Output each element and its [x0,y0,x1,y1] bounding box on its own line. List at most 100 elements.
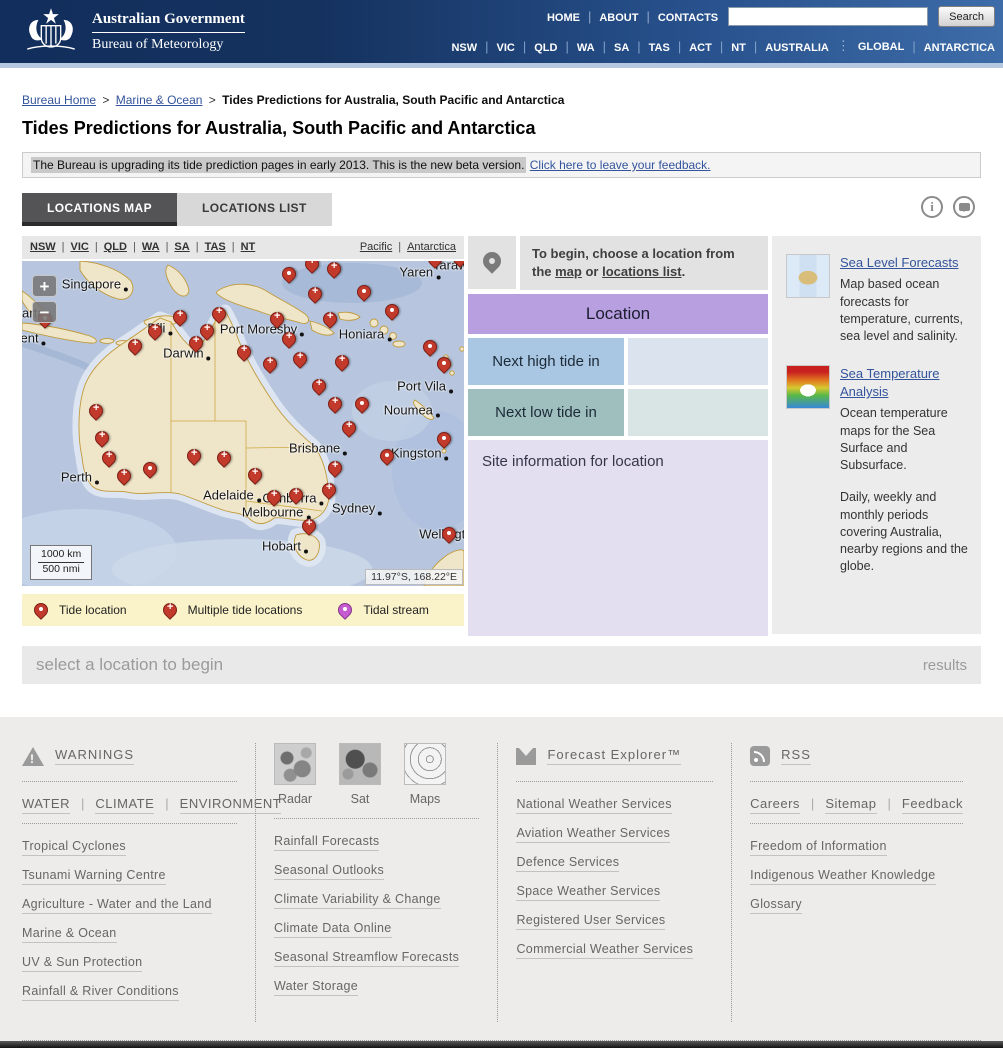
map-state-link[interactable]: NSW [30,241,56,253]
breadcrumb-link[interactable]: Marine & Ocean [116,93,203,107]
footer-thumb-image[interactable] [404,743,446,785]
footer-thumb-image[interactable] [339,743,381,785]
footer-link[interactable]: Agriculture - Water and the Land [22,897,212,914]
pin-glyph [303,520,315,532]
legend-pin-icon [31,600,51,620]
footer-link[interactable]: Glossary [750,897,802,914]
divider [274,818,479,819]
region-nav-item: QLD [515,39,558,54]
legend-label: Tidal stream [363,603,429,617]
breadcrumb-link[interactable]: Tides Predictions for Australia, South P… [222,93,564,107]
forecast-explorer-link[interactable]: Forecast Explorer™ [547,747,681,765]
info-icon[interactable]: i [921,196,943,218]
map-region-link[interactable]: Pacific [360,241,392,253]
footer-link[interactable]: Water Storage [274,979,358,996]
region-nav-link[interactable]: ACT [689,42,712,54]
footer-quick-item: WATER [22,796,70,811]
locations-map[interactable]: + − SingaporekartaentDiliDarwinPort More… [22,261,464,586]
region-nav-link[interactable]: ANTARCTICA [924,42,995,54]
tab[interactable]: LOCATIONS LIST [177,193,332,226]
header-top-link[interactable]: CONTACTS [658,12,718,24]
footer-link-item: Climate Variability & Change [274,891,479,909]
footer-quick-link[interactable]: CLIMATE [95,796,154,814]
footer-link[interactable]: Rainfall & River Conditions [22,984,179,1001]
region-nav-item: ACT [670,39,712,54]
breadcrumb-link[interactable]: Bureau Home [22,93,96,107]
footer-link[interactable]: Freedom of Information [750,839,887,856]
map-state-link[interactable]: VIC [71,241,89,253]
region-nav-link[interactable]: QLD [534,42,557,54]
footer-link[interactable]: Space Weather Services [516,884,660,901]
footer-link[interactable]: UV & Sun Protection [22,955,142,972]
legend-item: Tide location [34,603,127,617]
region-nav-link[interactable]: WA [577,42,595,54]
footer-quick-link[interactable]: Sitemap [825,796,876,814]
coat-of-arms-icon [20,5,82,58]
region-nav-link[interactable]: VIC [497,42,515,54]
region-nav-link[interactable]: GLOBAL [858,41,904,53]
footer-link[interactable]: Registered User Services [516,913,665,930]
comment-icon[interactable] [953,196,975,218]
feature-thumbnail[interactable] [786,254,830,298]
footer-quick-link[interactable]: Feedback [902,796,963,814]
map-state-link[interactable]: TAS [205,241,226,253]
footer-link[interactable]: Seasonal Outlooks [274,863,384,880]
map-state-link[interactable]: WA [142,241,160,253]
header-top-link[interactable]: ABOUT [599,12,638,24]
footer-link[interactable]: Defence Services [516,855,619,872]
rss-link[interactable]: RSS [781,747,811,765]
feature-title-link[interactable]: Sea Level Forecasts [840,254,959,272]
search-button[interactable]: Search [938,6,995,27]
region-nav-link[interactable]: NT [731,42,746,54]
pin-glyph [190,337,202,349]
legend-label: Multiple tide locations [188,603,303,617]
intro-map-link[interactable]: map [555,264,582,279]
feature-thumbnail[interactable] [786,365,830,409]
footer-quick-link[interactable]: WATER [22,796,70,814]
feedback-link[interactable]: Click here to leave your feedback. [530,158,711,172]
region-nav-item: ANTARCTICA [904,39,995,54]
footer-quick-link[interactable]: Careers [750,796,800,814]
header-top-link[interactable]: HOME [547,12,580,24]
pin-glyph [238,346,250,358]
footer-link[interactable]: Indigenous Weather Knowledge [750,868,935,885]
footer-link[interactable]: Tsunami Warning Centre [22,868,166,885]
intro-locations-list-link[interactable]: locations list [602,264,681,279]
map-region-link[interactable]: Antarctica [407,241,456,253]
footer-thumb-image[interactable] [274,743,316,785]
map-state-link[interactable]: NT [241,241,256,253]
pin-glyph [343,422,355,434]
location-pin-box [468,236,516,289]
footer-link[interactable]: Marine & Ocean [22,926,117,943]
pin-glyph [438,358,450,370]
region-nav-link[interactable]: SA [614,42,629,54]
footer-link[interactable]: Climate Variability & Change [274,892,441,909]
intro-instruction: To begin, choose a location from the map… [520,236,768,290]
footer-warnings-link[interactable]: WARNINGS [55,747,134,765]
map-nav-bar: NSW VIC QLD WA SA TAS NT Pacific Antarctica [22,236,464,259]
map-zoom-out-button[interactable]: − [32,301,57,323]
search-input[interactable] [728,7,928,26]
footer-link[interactable]: Aviation Weather Services [516,826,670,843]
region-nav-item: AUSTRALIA [746,39,829,54]
footer-link[interactable]: Tropical Cyclones [22,839,126,856]
map-zoom-in-button[interactable]: + [32,275,57,297]
footer-link[interactable]: Rainfall Forecasts [274,834,379,851]
region-nav-link[interactable]: TAS [649,42,670,54]
bom-logo[interactable]: Australian Government Bureau of Meteorol… [20,5,245,58]
region-nav-link[interactable]: AUSTRALIA [765,42,829,54]
region-nav-link[interactable]: NSW [451,42,477,54]
footer-link-item: Indigenous Weather Knowledge [750,867,963,885]
footer-link[interactable]: Seasonal Streamflow Forecasts [274,950,459,967]
tabs: LOCATIONS MAPLOCATIONS LIST [22,193,332,226]
tab[interactable]: LOCATIONS MAP [22,193,177,226]
divider [750,823,963,824]
feature-title-link[interactable]: Sea Temperature Analysis [840,365,969,401]
footer-link[interactable]: National Weather Services [516,797,671,814]
footer-link[interactable]: Climate Data Online [274,921,392,938]
footer-link-item: Commercial Weather Services [516,941,713,959]
footer: WARNINGS WATERCLIMATEENVIRONMENT Tropica… [0,717,1003,1041]
map-state-link[interactable]: SA [174,241,189,253]
map-state-link[interactable]: QLD [104,241,127,253]
footer-link[interactable]: Commercial Weather Services [516,942,693,959]
